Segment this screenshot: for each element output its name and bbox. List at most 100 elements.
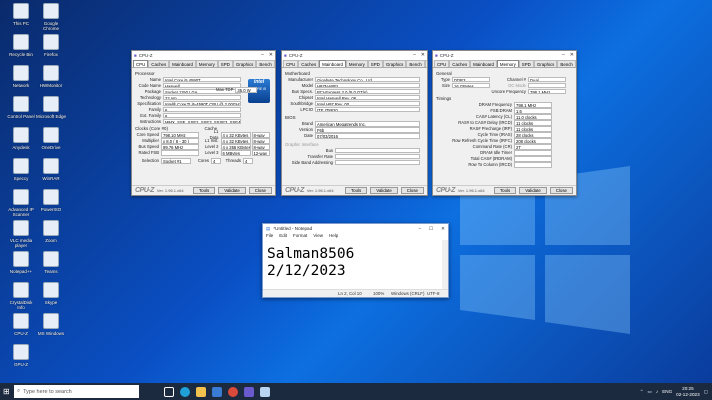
desktop-icon[interactable]: Advanced IP Scanner: [6, 189, 36, 217]
tab-mainboard[interactable]: Mainboard: [319, 60, 346, 67]
volume-icon[interactable]: ♪: [656, 389, 658, 394]
tab-mainboard[interactable]: Mainboard: [169, 60, 196, 67]
desktop-icon[interactable]: This PC: [6, 3, 36, 26]
tab-cpu[interactable]: CPU: [283, 60, 299, 67]
tab-about[interactable]: About: [274, 60, 275, 67]
desktop-icon[interactable]: Zoom: [36, 220, 66, 243]
notification-icon[interactable]: ▢: [704, 389, 708, 395]
field-row: Date 07/03/2016: [285, 133, 424, 139]
tools-button[interactable]: Tools: [493, 187, 517, 194]
cpuz-window-cpu[interactable]: ■ CPU-Z – ✕ CPU Caches Mainboard Memory SPD Gr…: [131, 50, 276, 196]
selection-dropdown[interactable]: Socket #1: [161, 158, 191, 164]
chrome-icon[interactable]: [228, 386, 238, 397]
minimize-icon[interactable]: –: [261, 52, 264, 58]
desktop-icon[interactable]: Google Chrome: [36, 3, 66, 31]
validate-button[interactable]: Validate: [370, 187, 398, 194]
maximize-icon[interactable]: ☐: [429, 226, 433, 232]
file-explorer-icon[interactable]: [196, 386, 206, 397]
tab-about[interactable]: About: [424, 60, 427, 67]
tab-graphics[interactable]: Graphics: [382, 60, 407, 67]
menu-help[interactable]: Help: [329, 233, 338, 240]
desktop-icon[interactable]: Skype: [36, 282, 66, 305]
desktop-icon-image: [13, 282, 29, 298]
menu-edit[interactable]: Edit: [279, 233, 287, 240]
tab-caches[interactable]: Caches: [298, 60, 320, 67]
desktop-icon[interactable]: OneDrive: [36, 127, 66, 150]
desktop-icon[interactable]: Teams: [36, 251, 66, 274]
edge-icon[interactable]: [180, 386, 190, 397]
tab-about[interactable]: About: [575, 60, 576, 67]
tab-memory[interactable]: Memory: [195, 60, 218, 67]
desktop-icon-label: Firefox: [44, 52, 58, 57]
desktop-icon[interactable]: CrystalDisk Info: [6, 282, 36, 310]
start-windows-icon[interactable]: ⊞: [3, 387, 10, 396]
close-icon[interactable]: ✕: [441, 226, 445, 232]
close-icon[interactable]: ✕: [570, 52, 574, 58]
network-icon[interactable]: ▭: [648, 389, 652, 395]
validate-button[interactable]: Validate: [519, 187, 547, 194]
search-box[interactable]: ⌕ Type here to search: [14, 385, 139, 398]
tools-button[interactable]: Tools: [344, 187, 368, 194]
tab-cpu[interactable]: CPU: [434, 60, 450, 67]
desktop-icon[interactable]: Microsoft Edge: [36, 96, 66, 119]
close-button[interactable]: Close: [549, 187, 573, 194]
desktop-icon[interactable]: Anydesk: [6, 127, 36, 150]
tab-bench[interactable]: Bench: [557, 60, 576, 67]
tab-caches[interactable]: Caches: [449, 60, 471, 67]
vertical-scrollbar[interactable]: [442, 240, 448, 290]
desktop-icon[interactable]: WinRAR: [36, 158, 66, 181]
tab-spd[interactable]: SPD: [518, 60, 534, 67]
tab-mainboard[interactable]: Mainboard: [470, 60, 497, 67]
title-bar[interactable]: ■ CPU-Z – ✕: [433, 51, 576, 60]
tab-spd[interactable]: SPD: [217, 60, 233, 67]
desktop-icon[interactable]: PowerISO: [36, 189, 66, 212]
title-bar[interactable]: ▤ *Untitled - Notepad – ☐ ✕: [263, 224, 448, 233]
desktop-icon[interactable]: Firefox: [36, 34, 66, 57]
notepad-taskbar-icon[interactable]: [260, 386, 270, 397]
desktop-icon[interactable]: CPU-Z: [6, 313, 36, 336]
desktop-icon[interactable]: Notepad++: [6, 251, 36, 274]
menu-file[interactable]: File: [266, 233, 273, 240]
close-button[interactable]: Close: [400, 187, 424, 194]
minimize-icon[interactable]: –: [562, 52, 565, 58]
desktop-icon[interactable]: Network: [6, 65, 36, 88]
tab-caches[interactable]: Caches: [148, 60, 170, 67]
field-value: American Megatrends Inc.: [315, 121, 420, 127]
tab-graphics[interactable]: Graphics: [232, 60, 257, 67]
desktop-icon[interactable]: GPU-Z: [6, 344, 36, 367]
tab-bench[interactable]: Bench: [406, 60, 425, 67]
desktop-icon[interactable]: HWMonitor: [36, 65, 66, 88]
cpuz-window-memory[interactable]: ■ CPU-Z – ✕ CPU Caches Mainboard Memory SPD Gr…: [432, 50, 577, 196]
desktop-icon[interactable]: Speccy: [6, 158, 36, 181]
desktop-icon[interactable]: MS Windows: [36, 313, 66, 336]
notepad-window[interactable]: ▤ *Untitled - Notepad – ☐ ✕ File Edit Form…: [262, 223, 449, 298]
tab-memory[interactable]: Memory: [345, 60, 368, 67]
tab-spd[interactable]: SPD: [367, 60, 383, 67]
close-icon[interactable]: ✕: [269, 52, 273, 58]
cpuz-window-mainboard[interactable]: ■ CPU-Z – ✕ CPU Caches Mainboard Memory SPD Gr…: [281, 50, 428, 196]
title-bar[interactable]: ■ CPU-Z – ✕: [132, 51, 275, 60]
minimize-icon[interactable]: –: [418, 226, 421, 231]
title-bar[interactable]: ■ CPU-Z – ✕: [282, 51, 427, 60]
store-icon[interactable]: [212, 386, 222, 397]
tab-graphics[interactable]: Graphics: [533, 60, 558, 67]
menu-view[interactable]: View: [313, 233, 323, 240]
close-icon[interactable]: ✕: [421, 52, 425, 58]
desktop-icon[interactable]: Control Panel: [6, 96, 36, 119]
chevron-up-icon[interactable]: ⌃: [640, 389, 644, 395]
task-view-icon[interactable]: [164, 386, 174, 397]
desktop-icon[interactable]: VLC media player: [6, 220, 36, 248]
tab-memory[interactable]: Memory: [496, 60, 519, 67]
text-area[interactable]: Salman8506 2/12/2023: [267, 246, 354, 280]
clock[interactable]: 20:25 02-12-2023: [676, 386, 700, 397]
tools-button[interactable]: Tools: [192, 187, 216, 194]
close-button[interactable]: Close: [248, 187, 272, 194]
tab-cpu[interactable]: CPU: [133, 60, 149, 67]
language-indicator[interactable]: ENG: [662, 389, 672, 394]
menu-format[interactable]: Format: [293, 233, 307, 240]
desktop-icon[interactable]: Recycle Bin: [6, 34, 36, 57]
cpuz-taskbar-icon[interactable]: [244, 386, 254, 397]
minimize-icon[interactable]: –: [413, 52, 416, 58]
tab-bench[interactable]: Bench: [256, 60, 275, 67]
validate-button[interactable]: Validate: [218, 187, 246, 194]
